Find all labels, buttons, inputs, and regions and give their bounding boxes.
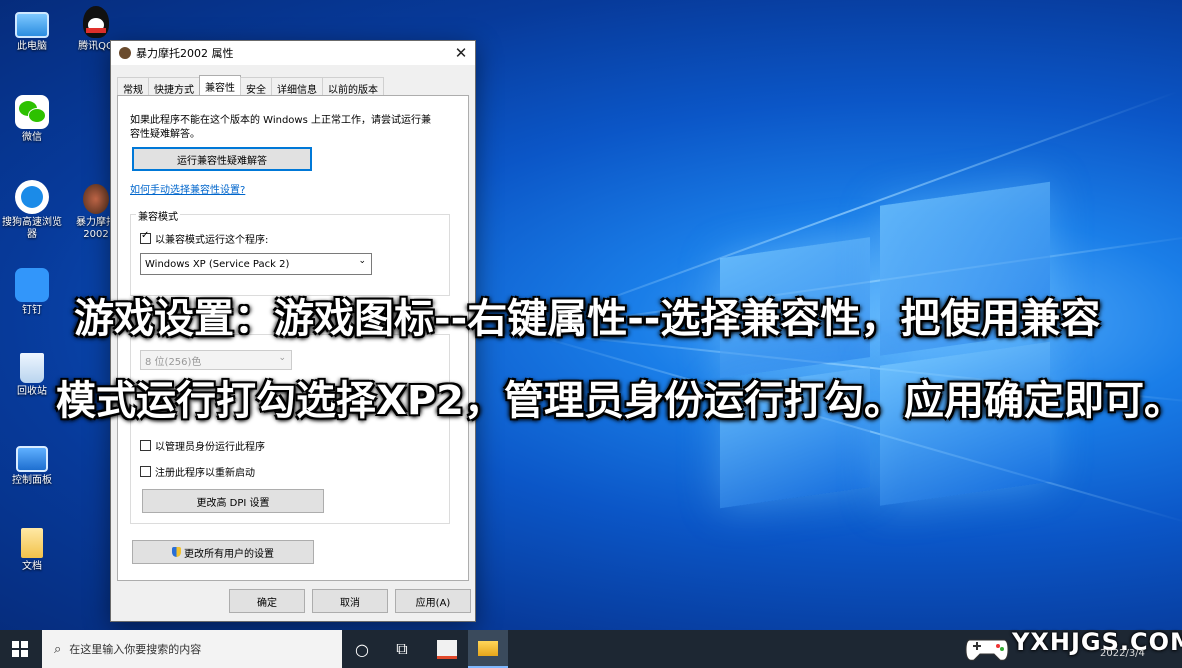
- shield-icon: [172, 547, 181, 557]
- tab-compatibility[interactable]: 兼容性: [199, 75, 241, 97]
- dialog-title: 暴力摩托2002 属性: [136, 47, 234, 60]
- desktop-icon-documents[interactable]: 文档: [2, 528, 62, 573]
- change-all-users-label: 更改所有用户的设置: [184, 548, 274, 560]
- compat-os-select-value: Windows XP (Service Pack 2): [145, 258, 290, 270]
- file-explorer-icon[interactable]: [468, 630, 508, 668]
- chevron-down-icon: ⌄: [278, 353, 286, 363]
- sogou-browser-icon: [15, 180, 49, 214]
- apply-button[interactable]: 应用(A): [395, 589, 471, 613]
- start-button[interactable]: [0, 630, 40, 668]
- desktop-icon-control-panel[interactable]: 控制面板: [2, 442, 62, 487]
- cancel-button[interactable]: 取消: [312, 589, 388, 613]
- windows-wallpaper-logo: [720, 181, 1050, 528]
- app-icon: [119, 47, 131, 59]
- color-mode-select[interactable]: 8 位(256)色 ⌄: [140, 350, 292, 370]
- manual-settings-link[interactable]: 如何手动选择兼容性设置?: [130, 181, 245, 196]
- run-as-admin-checkbox[interactable]: 以管理员身份运行此程序: [140, 438, 265, 453]
- ok-button[interactable]: 确定: [229, 589, 305, 613]
- register-restart-checkbox[interactable]: 注册此程序以重新启动: [140, 464, 255, 479]
- tab-strip: 常规 快捷方式 兼容性 安全 详细信息 以前的版本: [117, 75, 384, 97]
- intro-text-line-1: 如果此程序不能在这个版本的 Windows 上正常工作，请尝试运行兼: [130, 115, 431, 126]
- taskbar-search-box[interactable]: ⌕ 在这里输入你要搜索的内容: [42, 630, 342, 668]
- compat-mode-checkbox[interactable]: 以兼容模式运行这个程序:: [140, 230, 269, 246]
- change-all-users-button[interactable]: 更改所有用户的设置: [132, 540, 314, 564]
- compat-os-select[interactable]: Windows XP (Service Pack 2) ⌄: [140, 253, 372, 275]
- tab-security[interactable]: 安全: [240, 77, 272, 97]
- color-mode-select-value: 8 位(256)色: [145, 356, 202, 368]
- game-shortcut-icon: [83, 184, 109, 214]
- tab-details[interactable]: 详细信息: [271, 77, 323, 97]
- desktop-icon-label: 腾讯QQ: [78, 41, 114, 52]
- computer-icon: [15, 12, 49, 38]
- caption-line-2: 模式运行打勾选择XP2，管理员身份运行打勾。应用确定即可。: [56, 378, 1182, 424]
- desktop-icon-label: 微信: [22, 132, 42, 143]
- compat-mode-checkbox-label: 以兼容模式运行这个程序:: [155, 235, 269, 246]
- folder-icon: [21, 528, 43, 558]
- task-view-icon[interactable]: ⧉: [382, 630, 422, 668]
- recycle-bin-icon: [20, 353, 44, 383]
- desktop-icon-label: 此电脑: [17, 41, 47, 52]
- desktop-icon-label: 控制面板: [12, 475, 52, 486]
- register-restart-label: 注册此程序以重新启动: [155, 468, 255, 479]
- chevron-down-icon: ⌄: [358, 256, 366, 266]
- tab-general[interactable]: 常规: [117, 77, 149, 97]
- close-icon[interactable]: ✕: [447, 44, 475, 62]
- dingtalk-icon: [15, 268, 49, 302]
- checkbox-unchecked-icon: [140, 440, 151, 451]
- cortana-icon[interactable]: ○: [342, 630, 382, 668]
- dialog-titlebar[interactable]: 暴力摩托2002 属性 ✕: [111, 41, 475, 65]
- desktop-icon-label: 搜狗高速浏览器: [2, 217, 62, 240]
- change-dpi-button[interactable]: 更改高 DPI 设置: [142, 489, 324, 513]
- desktop-icon-label: 文档: [22, 561, 42, 572]
- gamepad-icon: [965, 639, 1009, 661]
- checkbox-unchecked-icon: [140, 466, 151, 477]
- taskbar-date: 2022/3/4: [1100, 648, 1145, 659]
- windows-start-icon: [12, 641, 28, 657]
- desktop-icon-sogou-browser[interactable]: 搜狗高速浏览器: [2, 180, 62, 241]
- desktop-icon-recycle-bin[interactable]: 回收站: [2, 353, 62, 398]
- watermark-text: YXHJGS.COM: [1012, 628, 1182, 656]
- desktop-icon-label: 回收站: [17, 386, 47, 397]
- wechat-icon: [15, 95, 49, 129]
- tab-previous-versions[interactable]: 以前的版本: [322, 77, 384, 97]
- search-placeholder: 在这里输入你要搜索的内容: [69, 643, 202, 656]
- desktop-icon-this-pc[interactable]: 此电脑: [2, 8, 62, 53]
- compat-mode-group-label: 兼容模式: [136, 208, 180, 223]
- intro-text-line-2: 容性疑难解答。: [130, 129, 200, 140]
- qq-penguin-icon: [83, 6, 109, 38]
- run-troubleshooter-button[interactable]: 运行兼容性疑难解答: [132, 147, 312, 171]
- run-as-admin-label: 以管理员身份运行此程序: [155, 442, 265, 453]
- checkbox-checked-icon: [140, 230, 151, 244]
- control-panel-icon: [16, 446, 48, 472]
- desktop-icon-dingtalk[interactable]: 钉钉: [2, 268, 62, 317]
- desktop-icon-wechat[interactable]: 微信: [2, 95, 62, 144]
- taskbar-app-icon[interactable]: [427, 630, 467, 668]
- tab-shortcut[interactable]: 快捷方式: [148, 77, 200, 97]
- desktop-icon-label: 钉钉: [22, 305, 42, 316]
- caption-line-1: 游戏设置：游戏图标--右键属性--选择兼容性，把使用兼容: [74, 296, 1101, 342]
- search-icon: ⌕: [54, 641, 62, 657]
